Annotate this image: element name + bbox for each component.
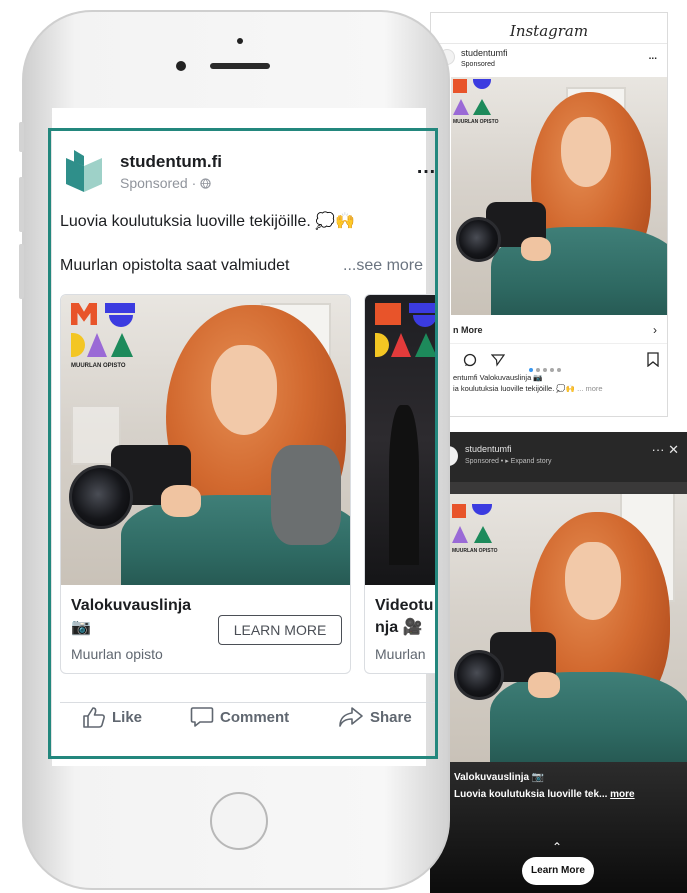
story-controls[interactable]: ··· ✕ xyxy=(652,442,680,458)
ig-learn-more-link[interactable]: n More xyxy=(453,325,483,335)
instagram-logo: Instagram xyxy=(509,22,589,40)
story-learn-more-button[interactable]: Learn More xyxy=(522,857,594,885)
logo-caption: MUURLAN OPISTO xyxy=(453,119,499,125)
phone-home-button[interactable] xyxy=(210,792,268,850)
sweater xyxy=(490,672,687,762)
phone-volume-up xyxy=(19,177,24,232)
ig-username[interactable]: studentumfi xyxy=(461,48,508,58)
camera-lens xyxy=(456,217,501,262)
ig-sponsored-label: Sponsored xyxy=(461,61,495,68)
carousel-dot xyxy=(543,368,547,372)
story-sponsored-label[interactable]: Sponsored • ▸ Expand story xyxy=(465,457,552,465)
logo-shape-green xyxy=(473,99,491,115)
ad-highlight-frame xyxy=(48,128,438,759)
logo-shape-green xyxy=(474,526,492,543)
hand xyxy=(521,237,551,261)
logo-shape-blue xyxy=(473,79,491,89)
ig-ad-image[interactable]: MUURLAN OPISTO xyxy=(451,77,667,315)
ad-preview-composite: Instagram studentumfi Sponsored ... MUUR… xyxy=(0,0,687,893)
phone-sensor xyxy=(237,38,243,44)
face xyxy=(561,117,611,187)
logo-caption: MUURLAN OPISTO xyxy=(452,548,498,554)
ig-caption-line1: entumfi Valokuvauslinja 📷 xyxy=(453,373,543,382)
logo-shape-purple xyxy=(453,99,469,115)
carousel-dot xyxy=(557,368,561,372)
hand xyxy=(528,672,560,698)
divider xyxy=(431,43,667,44)
more-options-icon[interactable]: ... xyxy=(649,51,657,62)
chevron-up-icon[interactable]: ⌃ xyxy=(552,840,562,854)
comment-icon[interactable] xyxy=(463,353,477,367)
logo-shape-blue xyxy=(472,504,492,515)
ig-caption-line2: ia koulutuksia luoville tekijöille. 💭🙌 .… xyxy=(453,384,603,393)
instagram-story-preview: MUURLAN OPISTO studentumfi Sponsored • ▸… xyxy=(430,432,687,893)
ig-more-link[interactable]: ... more xyxy=(577,384,602,393)
logo-shape-orange xyxy=(452,504,466,518)
story-username[interactable]: studentumfi xyxy=(465,444,512,454)
story-ad-image[interactable]: MUURLAN OPISTO xyxy=(450,482,687,762)
story-title: Valokuvauslinja 📷 xyxy=(454,772,545,783)
send-icon[interactable] xyxy=(491,353,505,367)
face xyxy=(565,542,621,620)
phone-speaker xyxy=(210,63,270,69)
ig-caption-text: ia koulutuksia luoville tekijöille. 💭🙌 xyxy=(453,384,576,393)
divider xyxy=(431,343,667,344)
story-caption: Luovia koulutuksia luoville tek... more xyxy=(454,789,635,800)
phone-mute-switch xyxy=(19,122,24,152)
phone-front-camera xyxy=(176,61,186,71)
logo-shape-purple xyxy=(452,526,468,543)
logo-shape-orange xyxy=(453,79,467,93)
phone-volume-down xyxy=(19,244,24,299)
story-caption-text: Luovia koulutuksia luoville tek... xyxy=(454,789,608,800)
muurla-logo: MUURLAN OPISTO xyxy=(452,504,498,560)
carousel-dot xyxy=(550,368,554,372)
carousel-dot xyxy=(529,368,533,372)
camera-lens xyxy=(454,650,504,700)
bookmark-icon[interactable] xyxy=(647,352,659,367)
story-more-link[interactable]: more xyxy=(610,789,634,800)
chevron-right-icon[interactable]: › xyxy=(653,323,657,337)
instagram-feed-preview: Instagram studentumfi Sponsored ... MUUR… xyxy=(430,12,668,417)
carousel-dot xyxy=(536,368,540,372)
muurla-logo: MUURLAN OPISTO xyxy=(453,79,499,129)
